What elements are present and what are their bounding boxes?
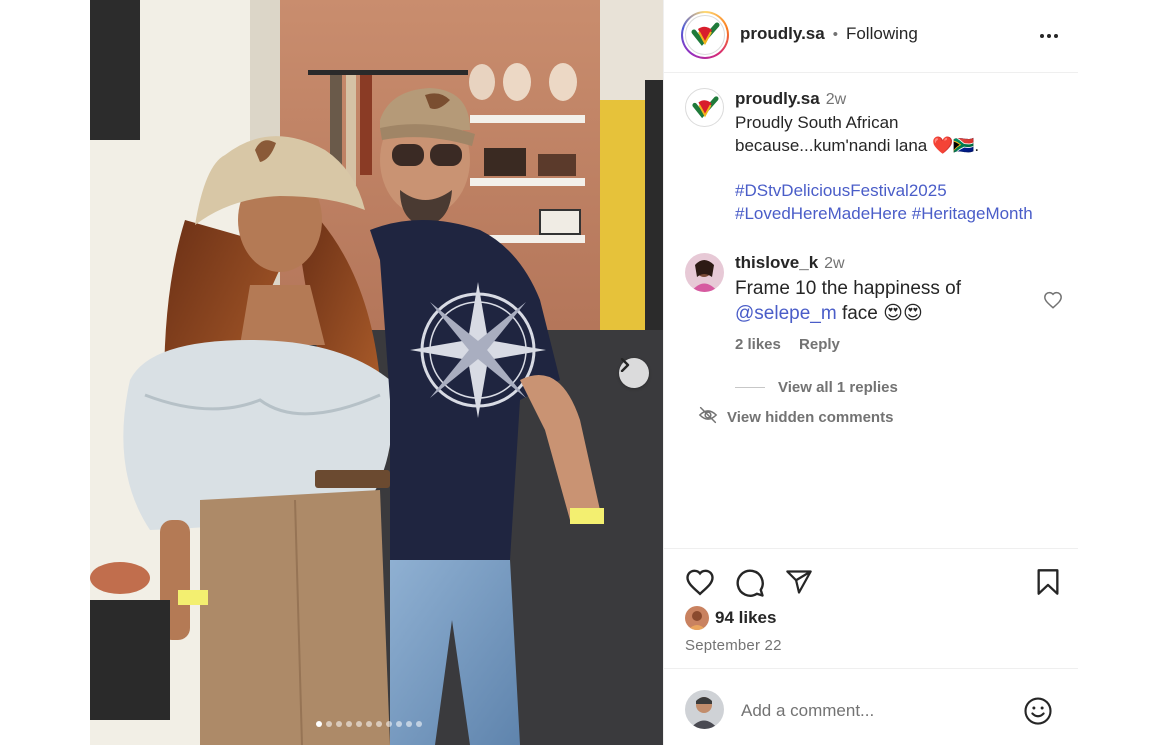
bookmark-icon[interactable] (1036, 568, 1060, 601)
carousel-dot (346, 721, 352, 727)
comment-like-button[interactable] (1043, 291, 1063, 314)
reply-thread-line (735, 387, 765, 388)
more-dot-icon (1047, 34, 1051, 38)
comment-text-part1: Frame 10 the happiness of (735, 278, 962, 299)
carousel-dot (406, 721, 412, 727)
post-photo[interactable] (90, 0, 663, 745)
commenter-username[interactable]: thislove_k (735, 253, 818, 272)
comment-bubble-icon[interactable] (735, 568, 765, 603)
caption-time[interactable]: 2w (826, 91, 846, 108)
comment-time[interactable]: 2w (824, 255, 844, 272)
caption-username[interactable]: proudly.sa (735, 89, 820, 108)
photo-illustration (90, 0, 663, 745)
share-paper-plane-icon[interactable] (785, 568, 813, 601)
hashtag-link[interactable]: #LovedHereMadeHere (735, 204, 907, 223)
carousel-dot (416, 721, 422, 727)
header-separator: • (832, 25, 838, 43)
emoji-smiley-icon[interactable] (1023, 696, 1053, 731)
carousel-dot (326, 721, 332, 727)
view-replies-label: View all 1 replies (778, 379, 898, 396)
like-heart-icon[interactable] (685, 568, 715, 601)
likes-count[interactable]: 94 likes (715, 608, 776, 628)
commenter-avatar[interactable] (685, 253, 724, 292)
heart-icon (1043, 291, 1063, 313)
comment-text-part2: face 😍😍 (841, 303, 923, 324)
story-ring[interactable] (681, 11, 729, 59)
carousel-dot (316, 721, 322, 727)
reply-button[interactable]: Reply (799, 336, 840, 353)
hashtag-link[interactable]: #DStvDeliciousFestival2025 (735, 181, 947, 200)
view-replies-button[interactable]: View all 1 replies (735, 379, 898, 396)
comment-composer (664, 668, 1078, 745)
liker-avatar (685, 606, 709, 630)
carousel-dot (356, 721, 362, 727)
comment-input[interactable] (741, 699, 1011, 723)
carousel-dot (376, 721, 382, 727)
more-dot-icon (1040, 34, 1044, 38)
likes-summary[interactable]: 94 likes (685, 606, 776, 630)
post-actions: 94 likes September 22 (664, 548, 1078, 668)
following-button[interactable]: Following (846, 24, 918, 44)
comment-likes-count[interactable]: 2 likes (735, 336, 781, 353)
caption-line-1: Proudly South African (735, 113, 899, 132)
hashtag-link[interactable]: #HeritageMonth (912, 204, 1033, 223)
carousel-dot (336, 721, 342, 727)
caption-avatar[interactable] (685, 88, 724, 127)
carousel-dot (396, 721, 402, 727)
post-author-username[interactable]: proudly.sa (740, 24, 825, 44)
current-user-avatar (685, 690, 724, 729)
comment-mention-link[interactable]: @selepe_m (735, 303, 837, 324)
view-hidden-comments-label: View hidden comments (727, 408, 894, 426)
post-side-panel: proudly.sa • Following proudly.sa 2w Prou… (663, 0, 1078, 745)
more-options-button[interactable] (1036, 24, 1062, 48)
carousel-dot (386, 721, 392, 727)
next-image-button[interactable] (619, 358, 649, 388)
post-header: proudly.sa • Following (664, 0, 1078, 73)
carousel-indicator (316, 721, 422, 727)
eye-off-icon (698, 406, 727, 428)
more-dot-icon (1054, 34, 1058, 38)
post-date[interactable]: September 22 (685, 637, 782, 654)
carousel-dot (366, 721, 372, 727)
caption-line-2: because...kum'nandi lana ❤️🇿🇦. (735, 136, 980, 155)
view-hidden-comments-button[interactable]: View hidden comments (698, 406, 893, 428)
proudly-sa-logo (685, 15, 725, 55)
